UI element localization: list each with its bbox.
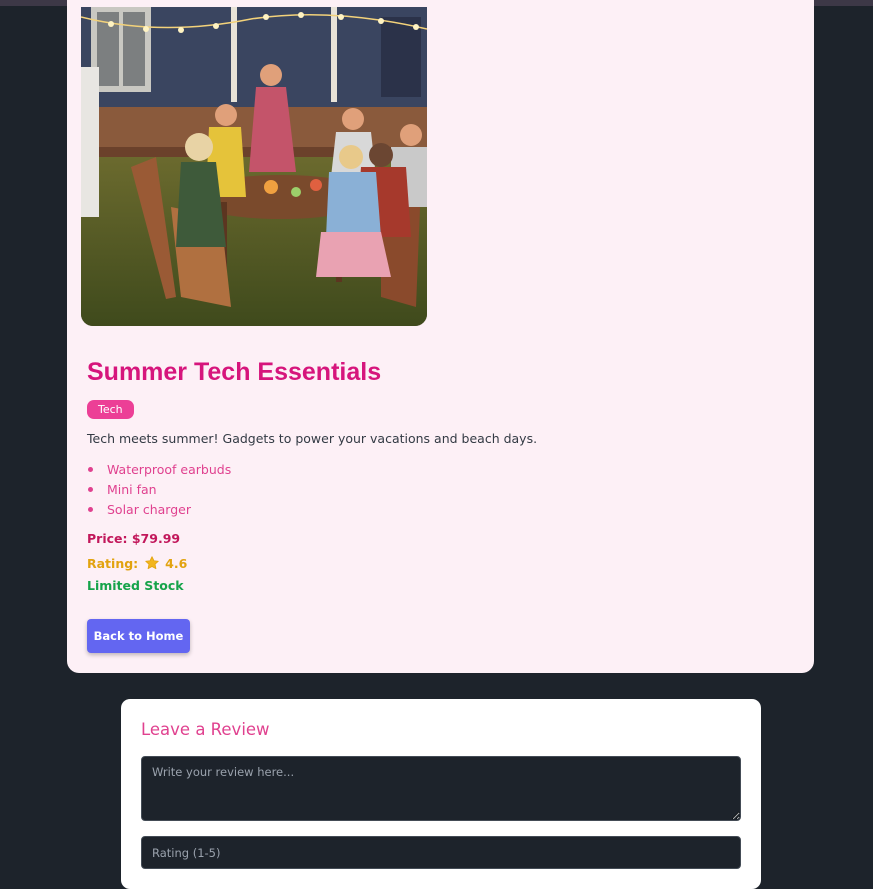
star-icon <box>144 555 160 571</box>
product-rating: Rating: 4.6 <box>87 555 187 571</box>
rating-label: Rating: <box>87 555 139 571</box>
review-form-title: Leave a Review <box>141 720 270 739</box>
bullet-dot <box>88 467 93 472</box>
product-price: Price: $79.99 <box>87 531 181 546</box>
feature-item: Waterproof earbuds <box>87 460 231 480</box>
bullet-dot <box>88 507 93 512</box>
feature-label: Waterproof earbuds <box>107 462 232 477</box>
product-detail-card: Summer Tech Essentials Tech Tech meets s… <box>67 0 814 673</box>
rating-value: 4.6 <box>165 555 188 571</box>
feature-label: Mini fan <box>107 482 157 497</box>
bullet-dot <box>88 487 93 492</box>
category-tag: Tech <box>87 400 134 419</box>
stock-status: Limited Stock <box>87 578 184 593</box>
product-title: Summer Tech Essentials <box>87 358 382 386</box>
feature-item: Solar charger <box>87 500 231 520</box>
product-image <box>81 7 427 326</box>
feature-list: Waterproof earbuds Mini fan Solar charge… <box>87 460 231 520</box>
rating-input[interactable] <box>141 836 741 869</box>
back-to-home-button[interactable]: Back to Home <box>87 619 190 653</box>
feature-item: Mini fan <box>87 480 231 500</box>
product-description: Tech meets summer! Gadgets to power your… <box>87 431 538 446</box>
feature-label: Solar charger <box>107 502 191 517</box>
review-textarea[interactable] <box>141 756 741 821</box>
review-form: Leave a Review <box>121 699 761 889</box>
